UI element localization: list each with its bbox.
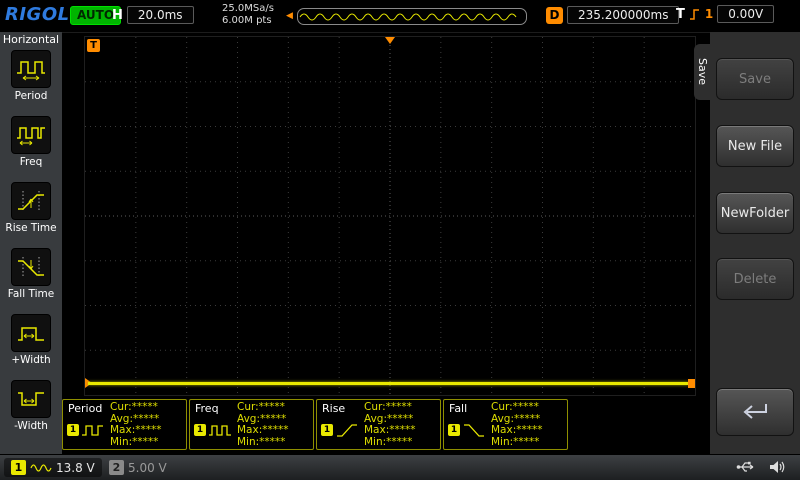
horizontal-timebase-group: H 20.0ms (112, 6, 194, 24)
stat-max: Max:***** (237, 425, 289, 437)
sidebar-item-period[interactable]: Period (0, 48, 62, 114)
return-button[interactable] (716, 388, 794, 436)
preview-strip (297, 8, 527, 25)
measure-menu-sidebar: Horizontal Period Freq (0, 32, 62, 455)
menu-tab-save: Save (694, 44, 711, 100)
trigger-source: 1 (705, 7, 713, 21)
measurement-box-period: Period 1 Cur:***** Avg:***** Max:***** M… (62, 399, 187, 450)
timebase-value: 20.0ms (127, 6, 194, 24)
delay-badge: D (546, 7, 563, 24)
minus-width-icon (11, 380, 51, 418)
sidebar-item-fall-time[interactable]: Fall Time (0, 246, 62, 312)
measurement-name: Freq (195, 402, 219, 415)
fall-time-icon (11, 248, 51, 286)
measurement-box-fall: Fall 1 Cur:***** Avg:***** Max:***** Min… (443, 399, 568, 450)
stat-cur: Cur:***** (237, 402, 289, 414)
trigger-corner-marker: T (87, 39, 100, 52)
stat-min: Min:***** (110, 437, 162, 449)
stat-max: Max:***** (110, 425, 162, 437)
memory-depth: 6.00M pts (222, 15, 274, 27)
measurement-stats: Cur:***** Avg:***** Max:***** Min:***** (491, 402, 543, 448)
preview-position-icon: ◀ (286, 12, 293, 21)
sidebar-item-label: Freq (0, 156, 62, 168)
channel1-status[interactable]: 1 13.8 V (4, 458, 102, 477)
measurement-box-rise: Rise 1 Cur:***** Avg:***** Max:***** Min… (316, 399, 441, 450)
rise-time-icon (11, 182, 51, 220)
channel1-badge: 1 (11, 460, 26, 475)
plus-width-icon (11, 314, 51, 352)
trigger-label: T (676, 7, 685, 22)
measurement-stats: Cur:***** Avg:***** Max:***** Min:***** (110, 402, 162, 448)
usb-icon (736, 459, 756, 475)
speaker-icon (768, 459, 786, 475)
period-icon (11, 50, 51, 88)
sidebar-item-freq[interactable]: Freq (0, 114, 62, 180)
stat-min: Min:***** (491, 437, 543, 449)
waveform-memory-preview: ◀ (286, 8, 527, 25)
trigger-position-icon (385, 37, 395, 44)
delay-value: 235.200000ms (567, 6, 679, 24)
channel1-trace (88, 382, 689, 385)
measurement-readout-row: Period 1 Cur:***** Avg:***** Max:***** M… (62, 399, 568, 450)
channel1-scale: 13.8 V (56, 461, 95, 475)
trigger-slope-icon (689, 7, 701, 21)
channel2-status[interactable]: 2 5.00 V (102, 458, 174, 477)
channel2-badge: 2 (109, 460, 124, 475)
sidebar-item-label: Period (0, 90, 62, 102)
waveform-display-grid: T (84, 36, 696, 396)
measurement-name: Fall (449, 402, 467, 415)
stat-min: Min:***** (237, 437, 289, 449)
sample-info: 25.0MSa/s 6.00M pts (222, 3, 274, 27)
stat-cur: Cur:***** (491, 402, 543, 414)
stat-cur: Cur:***** (364, 402, 416, 414)
source-badge: 1 (448, 424, 460, 436)
sidebar-item-label: -Width (0, 420, 62, 432)
measurement-stats: Cur:***** Avg:***** Max:***** Min:***** (364, 402, 416, 448)
stat-cur: Cur:***** (110, 402, 162, 414)
brand-logo: RIGOL (5, 4, 70, 25)
measurement-name: Period (68, 402, 102, 415)
fall-measure-icon: 1 (448, 422, 486, 438)
source-badge: 1 (321, 424, 333, 436)
preview-wave-icon (298, 10, 526, 24)
oscilloscope-screen: RIGOL AUTO H 20.0ms 25.0MSa/s 6.00M pts … (0, 0, 800, 480)
sidebar-item-label: +Width (0, 354, 62, 366)
channel2-scale: 5.00 V (128, 461, 167, 475)
top-status-bar: RIGOL AUTO H 20.0ms 25.0MSa/s 6.00M pts … (0, 0, 800, 33)
trigger-info-group: T 1 0.00V (676, 5, 774, 23)
measurement-box-freq: Freq 1 Cur:***** Avg:***** Max:***** Min… (189, 399, 314, 450)
return-icon (738, 401, 772, 423)
trace-right-marker-icon (688, 379, 695, 388)
sidebar-item-label: Fall Time (0, 288, 62, 300)
bottom-status-bar: 1 13.8 V 2 5.00 V (0, 454, 800, 480)
trigger-delay-group: D 235.200000ms (546, 6, 679, 24)
h-label: H (112, 8, 123, 23)
sidebar-item-plus-width[interactable]: +Width (0, 312, 62, 378)
freq-measure-icon: 1 (194, 422, 232, 438)
save-menu-panel: Save New File NewFolder Delete (710, 32, 800, 455)
sidebar-item-minus-width[interactable]: -Width (0, 378, 62, 444)
new-file-button[interactable]: New File (716, 125, 794, 167)
stat-max: Max:***** (364, 425, 416, 437)
sample-rate: 25.0MSa/s (222, 3, 274, 15)
new-folder-button[interactable]: NewFolder (716, 192, 794, 234)
sidebar-item-label: Rise Time (0, 222, 62, 234)
save-button[interactable]: Save (716, 58, 794, 100)
measurement-stats: Cur:***** Avg:***** Max:***** Min:***** (237, 402, 289, 448)
rise-measure-icon: 1 (321, 422, 359, 438)
trigger-level-value: 0.00V (717, 5, 774, 23)
sidebar-item-rise-time[interactable]: Rise Time (0, 180, 62, 246)
stat-max: Max:***** (491, 425, 543, 437)
channel1-wave-icon (30, 462, 52, 474)
period-measure-icon: 1 (67, 422, 105, 438)
delete-button[interactable]: Delete (716, 258, 794, 300)
graticule (85, 37, 695, 395)
source-badge: 1 (194, 424, 206, 436)
source-badge: 1 (67, 424, 79, 436)
stat-min: Min:***** (364, 437, 416, 449)
measurement-name: Rise (322, 402, 345, 415)
measure-menu-title: Horizontal (3, 33, 59, 46)
freq-icon (11, 116, 51, 154)
